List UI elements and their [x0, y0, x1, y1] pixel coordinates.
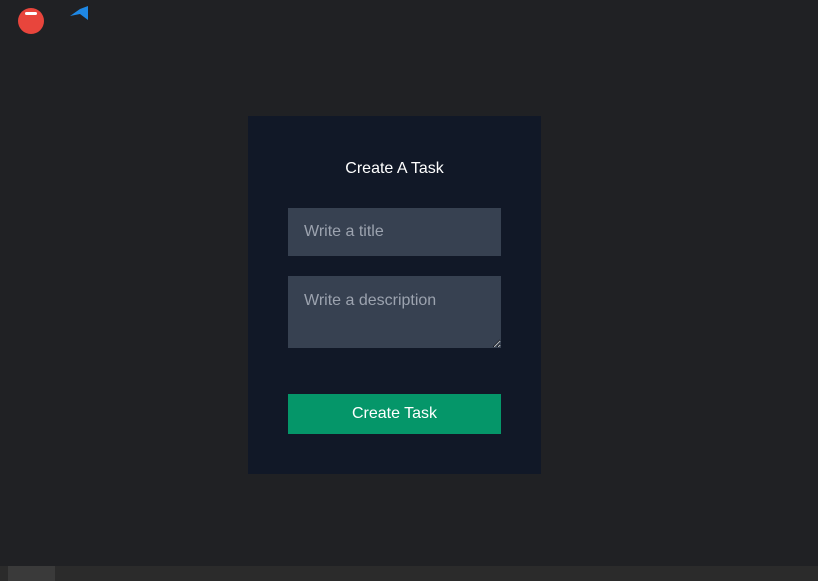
vscode-icon[interactable]: [66, 6, 94, 20]
form-title: Create A Task: [345, 160, 444, 177]
app-page: Create A Task Create Task: [0, 0, 818, 581]
browser-icon[interactable]: [18, 8, 44, 34]
task-title-input[interactable]: [288, 208, 501, 256]
task-description-textarea[interactable]: [288, 276, 501, 348]
create-task-button[interactable]: Create Task: [288, 394, 501, 434]
taskbar: [0, 566, 818, 581]
create-task-card: Create A Task Create Task: [248, 116, 541, 474]
taskbar-app-browser[interactable]: [8, 566, 55, 581]
